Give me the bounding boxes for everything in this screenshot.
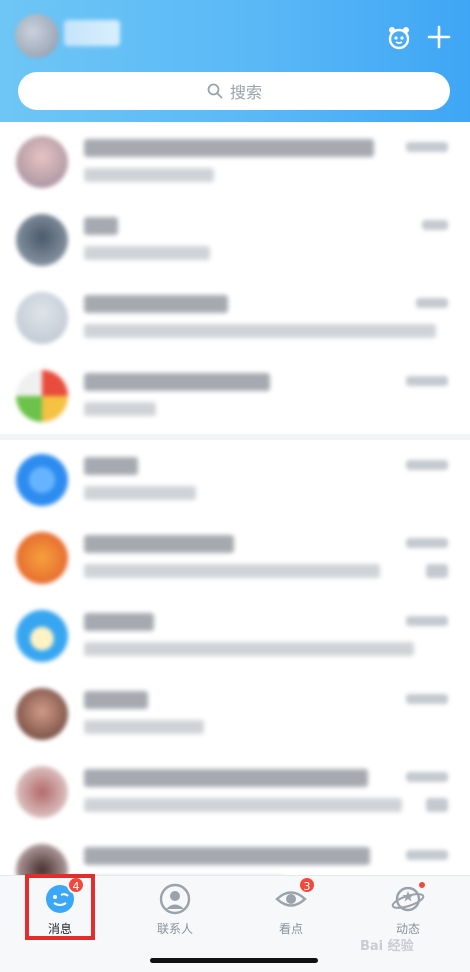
timestamp-blurred <box>406 772 448 782</box>
avatar <box>16 610 68 662</box>
avatar <box>16 370 68 422</box>
unread-badge: 3 <box>298 876 316 894</box>
conversation-title-blurred <box>84 217 118 235</box>
timestamp-blurred <box>406 142 448 152</box>
avatar <box>16 532 68 584</box>
conversation-title-blurred <box>84 769 368 787</box>
conversation-preview-blurred <box>84 402 156 416</box>
conversation-title-blurred <box>84 373 270 391</box>
conversation-title-blurred <box>84 457 138 475</box>
tab-contacts[interactable]: 联系人 <box>135 882 215 942</box>
list-item[interactable] <box>0 674 470 752</box>
avatar <box>16 214 68 266</box>
eye-icon: 3 <box>274 876 316 916</box>
conversation-preview-blurred <box>84 486 196 500</box>
search-icon <box>207 83 223 99</box>
top-header: 搜索 <box>0 0 470 122</box>
tab-label: 联系人 <box>156 922 193 936</box>
list-item[interactable] <box>0 278 470 356</box>
home-indicator <box>150 958 318 963</box>
avatar <box>16 766 68 818</box>
profile-avatar[interactable] <box>15 14 59 58</box>
conversation-preview-blurred <box>84 324 436 338</box>
tab-discover[interactable]: 3 看点 <box>251 876 331 942</box>
planet-icon <box>391 880 427 916</box>
avatar <box>16 136 68 188</box>
notification-dot <box>417 880 427 890</box>
conversation-preview-blurred <box>84 720 204 734</box>
list-item[interactable] <box>0 518 470 596</box>
timestamp-blurred <box>406 850 448 860</box>
conversation-title-blurred <box>84 139 374 157</box>
conversation-title-blurred <box>84 535 234 553</box>
list-item[interactable] <box>0 440 470 518</box>
conversation-preview-blurred <box>84 168 214 182</box>
conversation-title-blurred <box>84 847 370 865</box>
search-bar[interactable]: 搜索 <box>18 72 450 110</box>
list-item[interactable] <box>0 200 470 278</box>
list-item[interactable] <box>0 122 470 200</box>
timestamp-blurred <box>406 616 448 626</box>
mute-icon <box>426 798 448 812</box>
watermark: Bai 经验 <box>360 939 414 954</box>
tab-moments[interactable]: 动态 <box>368 880 448 942</box>
avatar <box>16 454 68 506</box>
highlight-box <box>25 874 95 940</box>
timestamp-blurred <box>406 694 448 704</box>
timestamp-blurred <box>406 460 448 470</box>
conversation-title-blurred <box>84 691 148 709</box>
list-item[interactable] <box>0 596 470 674</box>
tab-label: 看点 <box>278 922 303 936</box>
conversation-list <box>0 122 470 908</box>
conversation-preview-blurred <box>84 246 210 260</box>
mute-icon <box>426 564 448 578</box>
contacts-icon <box>158 882 192 916</box>
conversation-preview-blurred <box>84 564 380 578</box>
conversation-preview-blurred <box>84 642 414 656</box>
list-item[interactable] <box>0 752 470 830</box>
timestamp-blurred <box>422 220 448 230</box>
conversation-preview-blurred <box>84 798 402 812</box>
avatar <box>16 292 68 344</box>
timestamp-blurred <box>406 538 448 548</box>
search-placeholder: 搜索 <box>229 83 262 102</box>
avatar <box>16 688 68 740</box>
conversation-title-blurred <box>84 295 228 313</box>
alarm-icon[interactable] <box>385 24 413 52</box>
timestamp-blurred <box>406 376 448 386</box>
timestamp-blurred <box>416 298 448 308</box>
profile-name-blurred <box>64 20 120 46</box>
conversation-title-blurred <box>84 613 154 631</box>
list-item[interactable] <box>0 356 470 434</box>
plus-icon[interactable] <box>424 22 454 52</box>
